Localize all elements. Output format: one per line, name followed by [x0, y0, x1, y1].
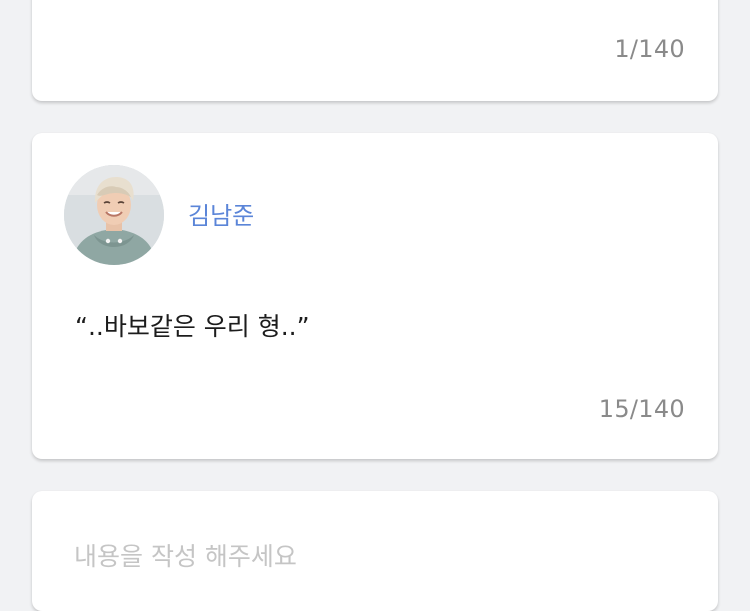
avatar-image — [64, 165, 164, 265]
message-card: 김남준 “..바보같은 우리 형..” 15/140 — [32, 133, 718, 459]
compose-card[interactable]: 내용을 작성 해주세요 — [32, 491, 718, 611]
message-card: 1/140 — [32, 0, 718, 101]
message-text: “..바보같은 우리 형..” — [75, 312, 310, 341]
author-name[interactable]: 김남준 — [188, 196, 254, 231]
character-counter: 1/140 — [614, 35, 685, 63]
avatar[interactable] — [64, 165, 164, 265]
character-counter: 15/140 — [598, 395, 685, 423]
message-input-placeholder[interactable]: 내용을 작성 해주세요 — [74, 537, 297, 573]
